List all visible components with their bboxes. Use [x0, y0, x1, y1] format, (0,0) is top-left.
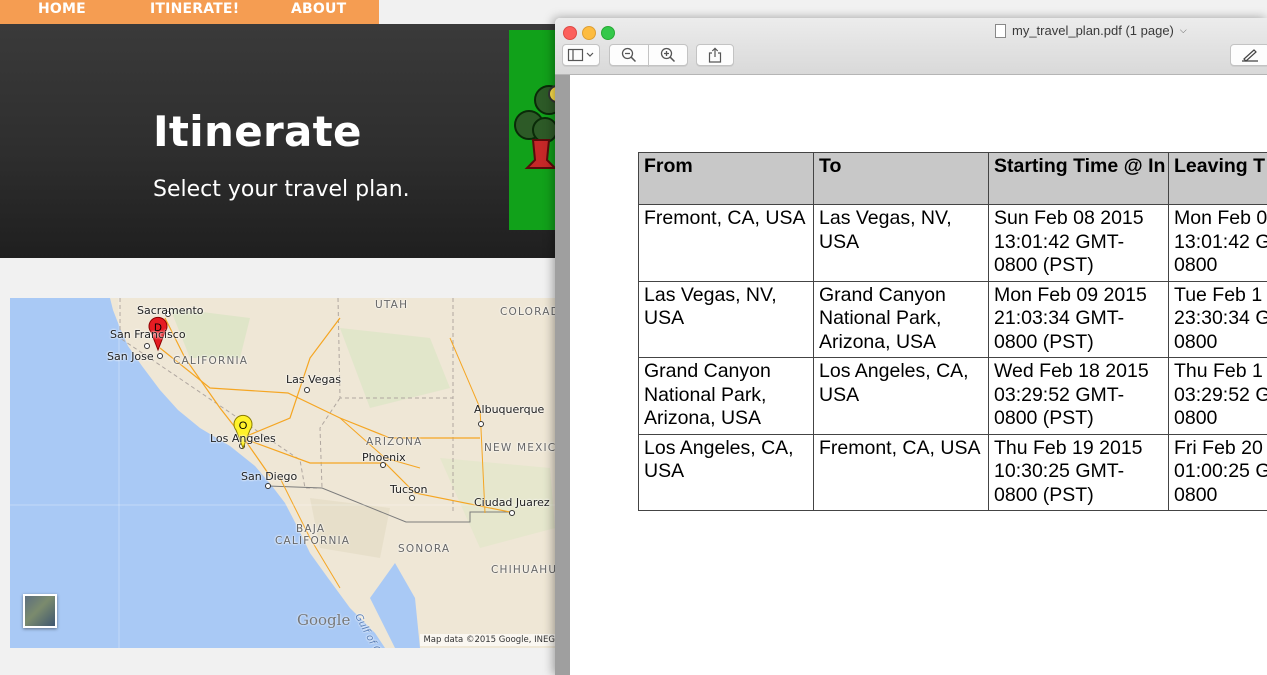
satellite-view-toggle[interactable] — [23, 594, 57, 628]
table-cell: Grand Canyon National Park, Arizona, USA — [813, 280, 989, 358]
travel-plan-table: From To Starting Time @ In Leaving T Fre… — [638, 152, 1267, 511]
table-cell: Los Angeles, CA, USA — [638, 433, 814, 511]
table-header-row: From To Starting Time @ In Leaving T — [638, 152, 1267, 205]
column-header-starting-time: Starting Time @ In — [988, 152, 1169, 205]
map-label-new-mexico: NEW MEXICO — [484, 442, 558, 454]
table-cell: Mon Feb 0 13:01:42 GMT-0800 — [1168, 204, 1267, 282]
table-cell: Fri Feb 20 01:00:25 GMT-0800 — [1168, 433, 1267, 511]
table-cell: Thu Feb 1 03:29:52 GMT-0800 — [1168, 357, 1267, 435]
zoom-out-button[interactable] — [609, 44, 649, 66]
map-label-baja: BAJA — [296, 523, 326, 535]
table-cell: Grand Canyon National Park, Arizona, USA — [638, 357, 814, 435]
pdf-file-icon — [995, 23, 1006, 38]
pen-icon — [1242, 49, 1258, 62]
map-label-utah: UTAH — [375, 299, 409, 311]
map-data-credit[interactable]: Map data ©2015 Google, INEG — [420, 634, 558, 646]
table-cell: Los Angeles, CA, USA — [813, 357, 989, 435]
window-titlebar[interactable]: my_travel_plan.pdf (1 page) ⌵ — [555, 18, 1267, 75]
map-label-san-diego: San Diego — [241, 470, 298, 483]
svg-text:O: O — [239, 420, 248, 432]
google-logo: Google — [297, 611, 351, 629]
document-viewport[interactable]: From To Starting Time @ In Leaving T Fre… — [555, 75, 1267, 675]
table-cell: Fremont, CA, USA — [813, 433, 989, 511]
table-cell: Fremont, CA, USA — [638, 204, 814, 282]
map-label-tucson: Tucson — [390, 483, 428, 496]
site-nav: HOME ITINERATE! ABOUT — [0, 0, 379, 24]
promo-image — [509, 30, 566, 230]
map-label-arizona: ARIZONA — [366, 436, 423, 448]
table-cell: Las Vegas, NV, USA — [813, 204, 989, 282]
share-icon — [708, 47, 722, 63]
map-label-california: CALIFORNIA — [173, 355, 249, 367]
map-label-ciudad-juarez: Ciudad Juarez — [474, 496, 550, 509]
nav-home-link[interactable]: HOME — [38, 1, 86, 17]
map-label-las-vegas: Las Vegas — [286, 373, 341, 386]
map-label-san-francisco: San Francisco — [110, 328, 186, 341]
share-button[interactable] — [696, 44, 734, 66]
column-header-leaving-time: Leaving T — [1168, 152, 1267, 205]
preview-window: my_travel_plan.pdf (1 page) ⌵ From To St… — [555, 18, 1267, 675]
map-label-sacramento: Sacramento — [137, 304, 204, 317]
sidebar-toggle-button[interactable] — [562, 44, 600, 66]
table-cell: Sun Feb 08 2015 13:01:42 GMT-0800 (PST) — [988, 204, 1169, 282]
zoom-in-icon — [660, 47, 676, 63]
pdf-page: From To Starting Time @ In Leaving T Fre… — [570, 75, 1267, 675]
tree-illustration — [514, 85, 566, 169]
window-zoom-button[interactable] — [601, 26, 615, 40]
map-label-chihuahua: CHIHUAHUA — [491, 564, 558, 576]
page-title: Itinerate — [153, 107, 362, 156]
map-label-albuquerque: Albuquerque — [474, 403, 545, 416]
sidebar-icon — [567, 48, 594, 62]
window-minimize-button[interactable] — [582, 26, 596, 40]
hero-banner: Itinerate Select your travel plan. — [0, 24, 560, 258]
nav-itinerate-link[interactable]: ITINERATE! — [150, 1, 239, 17]
table-cell: Tue Feb 1 23:30:34 GMT-0800 — [1168, 280, 1267, 358]
map-label-los-angeles: Los Angeles — [210, 432, 276, 445]
column-header-to: To — [813, 152, 989, 205]
route-map[interactable]: D O Sacramento San Francisco San Jose CA… — [10, 298, 558, 648]
table-cell: Wed Feb 18 2015 03:29:52 GMT-0800 (PST) — [988, 357, 1169, 435]
table-row: Grand Canyon National Park, Arizona, USA… — [638, 357, 1267, 435]
document-title-text: my_travel_plan.pdf (1 page) — [1012, 23, 1174, 38]
document-title[interactable]: my_travel_plan.pdf (1 page) ⌵ — [995, 23, 1187, 38]
map-label-san-jose: San Jose — [107, 350, 154, 363]
map-label-phoenix: Phoenix — [362, 451, 406, 464]
column-header-from: From — [638, 152, 814, 205]
zoom-out-icon — [621, 47, 637, 63]
map-label-colorado: COLORAD — [500, 306, 558, 318]
table-cell: Thu Feb 19 2015 10:30:25 GMT-0800 (PST) — [988, 433, 1169, 511]
page-subtitle: Select your travel plan. — [153, 177, 410, 202]
table-row: Las Vegas, NV, USA Grand Canyon National… — [638, 280, 1267, 358]
markup-toolbar-button[interactable] — [1230, 44, 1267, 66]
table-cell: Mon Feb 09 2015 21:03:34 GMT-0800 (PST) — [988, 280, 1169, 358]
map-label-sonora: SONORA — [398, 543, 451, 555]
table-row: Los Angeles, CA, USA Fremont, CA, USA Th… — [638, 433, 1267, 511]
chevron-down-icon: ⌵ — [1179, 25, 1187, 35]
table-row: Fremont, CA, USA Las Vegas, NV, USA Sun … — [638, 204, 1267, 282]
nav-about-link[interactable]: ABOUT — [291, 1, 346, 17]
window-close-button[interactable] — [563, 26, 577, 40]
table-cell: Las Vegas, NV, USA — [638, 280, 814, 358]
map-label-baja-california: CALIFORNIA — [275, 535, 351, 547]
zoom-in-button[interactable] — [648, 44, 688, 66]
